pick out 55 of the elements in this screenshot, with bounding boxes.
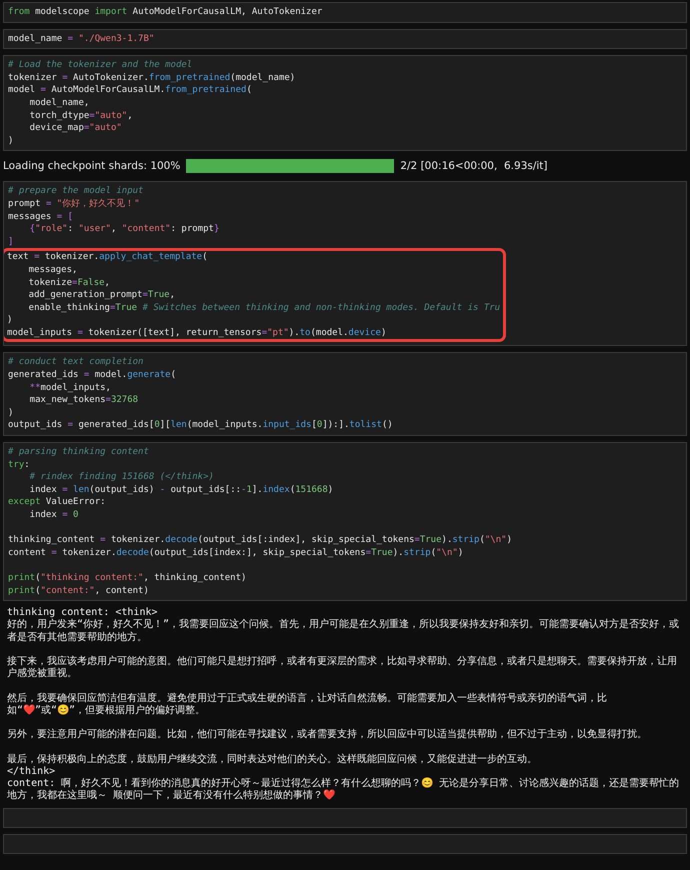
output-text: </think> <box>7 766 56 778</box>
code-line: # Load the tokenizer and the model <box>8 59 194 72</box>
output-text: 接下来，我应该考虑用户可能的意图。他们可能只是想打招呼，或者有更深层的需求，比如寻求帮助、分享信息，或者只是想聊天。需要保持开放，让用户感觉被重视。 <box>7 654 678 680</box>
code-line: content = tokenizer.decode(output_ids[index:], skip_special_tokens=True).strip("\n") <box>8 546 464 560</box>
code-line: tokenize=False, <box>28 276 111 290</box>
code-line: try: <box>8 458 31 472</box>
empty-code-cell[interactable] <box>3 808 687 828</box>
code-cell[interactable]: from modelscope import AutoModelForCausalLM, AutoTokenizer <box>3 2 687 23</box>
output-text: thinking content: <think> <box>7 607 159 618</box>
code-line: max_new_tokens=32768 <box>28 394 140 407</box>
code-line: device_map="auto" <box>28 122 123 135</box>
code-line: tokenizer = AutoTokenizer.from_pretrained(model_name) <box>8 72 296 84</box>
code-line: ) <box>8 134 14 148</box>
output-text: 好的，用户发来“你好，好久不见！”，我需要回应这个问候。首先，用户可能是在久别重逢，所以我要保持友好和亲切。可能需要确认对方是否安好，或者是否有其他需要帮助的地方。 <box>7 619 680 644</box>
code-line: output_ids = generated_ids[0][len(model_inputs.input_ids[0]):].tolist() <box>8 419 394 432</box>
code-line: except ValueError: <box>8 496 107 509</box>
code-line: **model_inputs, <box>28 382 112 394</box>
code-line: from modelscope import AutoModelForCausalLM, AutoTokenizer <box>8 6 324 19</box>
code-line: thinking_content = tokenizer.decode(output_ids[:index], skip_special_tokens=True).strip("\n") <box>8 534 513 547</box>
code-cell[interactable] <box>3 442 687 602</box>
output-text: content: 啊，好久不见！看到你的消息真的好开心呀～最近过得怎么样？有什么想聊的吗？😊 无论是分享日常、讨论感兴趣的话题，还是需要帮忙的地方，我都在这里哦～ 顺便问一下，最近有没有什么特别想做的事情？❤ <box>7 778 680 802</box>
code-line: ] <box>8 236 14 248</box>
code-line: # prepare the model input <box>8 185 144 198</box>
code-line: prompt = "你好，好久不见！" <box>8 198 141 211</box>
code-line: model_name, <box>28 96 90 110</box>
code-line: print("content:", content) <box>8 584 150 598</box>
code-cell[interactable] <box>3 181 687 346</box>
code-line: index = len(output_ids) - output_ids[::-1].index(151668) <box>28 484 334 496</box>
progress-reading: 2/2 [00:16<00:00, 6.93s/it] <box>400 160 548 172</box>
code-line: model_inputs = tokenizer([text], return_tensors="pt").to(model.device) <box>7 326 388 340</box>
code-line: # rindex finding 151668 (</think>) <box>28 471 215 484</box>
empty-code-cell[interactable] <box>3 834 687 854</box>
code-line: text = tokenizer.apply_chat_template( <box>7 251 208 264</box>
code-line: torch_dtype="auto", <box>28 110 134 122</box>
code-cell[interactable]: model_name = "./Qwen3-1.7B" <box>3 28 687 50</box>
code-line: generated_ids = model.generate( <box>8 369 177 382</box>
output-text: 另外，要注意用户可能的潜在问题。比如，他们可能在寻找建议，或者需要支持，所以回应中可以适当提供帮助，但不过于主动，以免显得打扰。 <box>7 728 648 742</box>
output-text: 最后，保持积极向上的态度，鼓励用户继续交流，同时表达对他们的关心。这样既能回应问候，又能促进进一步的互动。 <box>7 752 538 766</box>
code-line: ) <box>7 314 14 327</box>
code-line: {"role": "user", "content": prompt} <box>28 223 220 236</box>
progress-label: Loading checkpoint shards: 100% <box>3 160 180 172</box>
code-cell[interactable]: # conduct text completion generated_ids = model.generate( **model_inputs, max_new_tokens=32768 ) output_ids = generated_ids[0][len(model_inputs.input_ids[0]):].tolist() <box>3 352 687 436</box>
code-cell[interactable]: # Load the tokenizer and the model tokenizer = AutoTokenizer.from_pretrained(model_name) model = AutoModelForCausalLM.from_pretrained( model_name, torch_dtype="auto", device_map="auto" ) <box>3 55 687 152</box>
code-line: messages, <box>28 264 78 276</box>
code-line: # conduct text completion <box>8 356 144 370</box>
code-line: model_name = "./Qwen3-1.7B" <box>8 32 156 46</box>
code-line: model = AutoModelForCausalLM.from_pretrained( <box>8 84 253 97</box>
code-line: print("thinking content:", thinking_content) <box>8 572 248 585</box>
code-line: messages = [ <box>8 210 74 224</box>
code-line: add_generation_prompt=True, <box>28 289 176 302</box>
code-line: enable_thinking=True # Switches between thinking and non-thinking modes. Default is Tru <box>28 302 500 314</box>
code-line: index = 0 <box>28 509 80 522</box>
code-line: ) <box>8 406 14 420</box>
code-line: # parsing thinking content <box>8 446 150 459</box>
output-text: 然后，我要确保回应简洁但有温度。避免使用过于正式或生硬的语言，让对话自然流畅。可能需要加入一些表情符号或亲切的语气词，比如“❤”或“😊”，但要根据用户的偏好调整。 <box>7 692 608 717</box>
